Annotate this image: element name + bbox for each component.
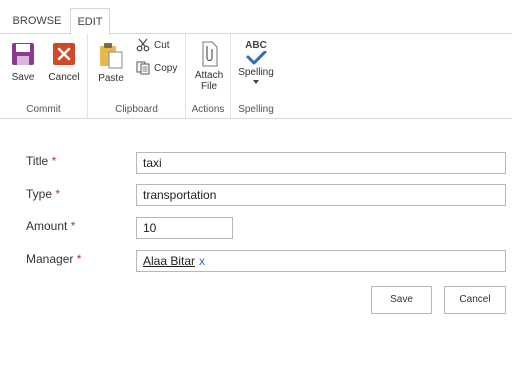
ribbon-save-label: Save xyxy=(11,72,35,83)
tab-edit[interactable]: EDIT xyxy=(70,8,110,35)
floppy-disk-icon xyxy=(12,43,34,65)
amount-label: Amount * xyxy=(26,219,75,233)
manager-label: Manager * xyxy=(26,252,81,266)
paste-clipboard-icon xyxy=(100,43,123,69)
manager-people-picker[interactable]: Alaa Bitar x xyxy=(136,250,506,272)
ribbon-tab-bar: BROWSE EDIT xyxy=(0,0,512,35)
ribbon-spelling-button[interactable]: ABC Spelling xyxy=(236,40,276,84)
attach-file-icon xyxy=(202,41,218,67)
ribbon-paste-label: Paste xyxy=(98,73,124,84)
save-button[interactable]: Save xyxy=(371,286,432,314)
copy-icon xyxy=(136,61,150,75)
type-input[interactable]: transportation xyxy=(136,184,506,206)
cancel-button[interactable]: Cancel xyxy=(444,286,506,314)
ribbon-spelling-label: Spelling xyxy=(238,67,274,78)
dropdown-arrow-icon xyxy=(253,80,259,84)
title-required-mark: * xyxy=(51,154,57,168)
title-label: Title * xyxy=(26,154,56,168)
manager-name-link[interactable]: Alaa Bitar xyxy=(143,251,195,271)
amount-input[interactable]: 10 xyxy=(136,217,233,239)
ribbon-cut-label: Cut xyxy=(154,39,170,51)
group-label-clipboard: Clipboard xyxy=(115,104,158,115)
ribbon-group-spelling: ABC Spelling Spelling xyxy=(231,34,281,119)
manager-required-mark: * xyxy=(76,252,82,266)
ribbon-copy-button[interactable]: Copy xyxy=(136,61,177,75)
abc-text: ABC xyxy=(245,40,267,51)
ribbon-cancel-label: Cancel xyxy=(48,72,80,83)
title-label-text: Title xyxy=(26,154,49,168)
amount-required-mark: * xyxy=(70,219,76,233)
remove-person-icon[interactable]: x xyxy=(199,251,205,271)
type-label-text: Type xyxy=(26,187,53,201)
ribbon-attach-label-1: Attach xyxy=(194,70,224,81)
type-label: Type * xyxy=(26,187,60,201)
ribbon-cut-button[interactable]: Cut xyxy=(136,38,170,52)
group-label-actions: Actions xyxy=(191,104,225,115)
ribbon-group-clipboard: Paste Cut Copy Clipboard xyxy=(88,34,186,119)
ribbon-group-actions: Attach File Actions xyxy=(186,34,231,119)
cancel-x-icon xyxy=(53,43,75,65)
ribbon-cancel-button[interactable]: Cancel xyxy=(46,42,82,83)
group-label-spelling: Spelling xyxy=(238,104,274,115)
amount-label-text: Amount xyxy=(26,219,68,233)
ribbon: Save Cancel Commit Paste Cut Copy Clipbo… xyxy=(0,34,512,119)
spelling-check-icon xyxy=(246,51,267,65)
tab-browse[interactable]: BROWSE xyxy=(8,8,66,34)
ribbon-group-commit: Save Cancel Commit xyxy=(0,34,88,119)
ribbon-save-button[interactable]: Save xyxy=(8,42,38,83)
ribbon-paste-button[interactable]: Paste xyxy=(96,42,126,84)
group-label-commit: Commit xyxy=(26,104,61,115)
ribbon-attach-label-2: File xyxy=(200,81,218,92)
title-input[interactable]: taxi xyxy=(136,152,506,174)
ribbon-attach-file-button[interactable]: Attach File xyxy=(190,40,228,92)
scissors-icon xyxy=(136,38,150,52)
type-required-mark: * xyxy=(55,187,61,201)
ribbon-copy-label: Copy xyxy=(154,62,178,74)
manager-label-text: Manager xyxy=(26,252,74,266)
